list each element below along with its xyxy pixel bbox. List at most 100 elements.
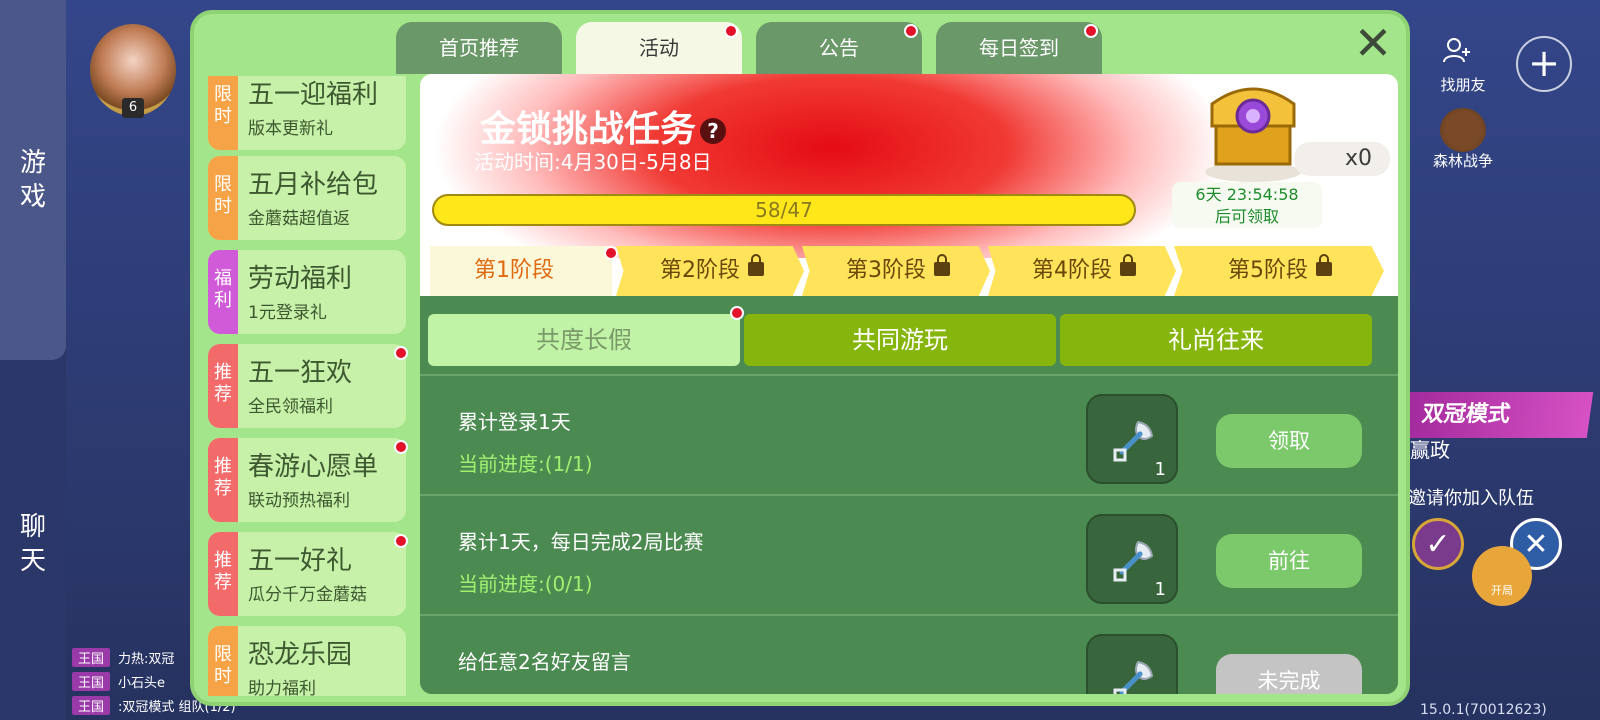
- accept-invite-check-icon[interactable]: ✓: [1412, 518, 1464, 570]
- reward-item[interactable]: 1: [1086, 394, 1178, 484]
- nav-chat-label: 聊 天: [19, 512, 46, 576]
- subtab-notice-dot: [730, 306, 744, 320]
- sidebar-sub: 瓜分千万金蘑菇: [248, 585, 367, 605]
- stage-row: 第1阶段 第2阶段 第3阶段 第4阶段 第5阶段: [430, 246, 1392, 296]
- sidebar-notice-dot: [394, 440, 408, 454]
- find-friends-label: 找朋友: [1440, 76, 1486, 94]
- nav-game-label: 游 戏: [19, 148, 46, 212]
- double-crown-mode-banner[interactable]: 双冠模式: [1400, 392, 1594, 438]
- go-label: 前往: [1268, 549, 1310, 573]
- forest-war-bear-icon[interactable]: [1440, 108, 1486, 152]
- stage-label: 第3阶段: [846, 258, 926, 283]
- left-nav: 游 戏 聊 天: [0, 0, 66, 720]
- challenge-banner: 金锁挑战任务? 活动时间:4月30日-5月8日 58/47 x0 6天 23:5…: [420, 74, 1398, 258]
- sidebar-sub: 全民领福利: [248, 397, 333, 417]
- subtab-gift-exchange[interactable]: 礼尚往来: [1060, 314, 1372, 366]
- task-progress: 当前进度:(0/1): [458, 572, 593, 596]
- subtab-holiday[interactable]: 共度长假: [428, 314, 740, 366]
- activity-time: 活动时间:4月30日-5月8日: [474, 150, 712, 174]
- open-game-button[interactable]: 开局: [1472, 546, 1532, 606]
- sidebar-item-spring-wishlist[interactable]: 推荐 春游心愿单 联动预热福利: [208, 438, 406, 522]
- chest-count: x0: [1294, 142, 1390, 176]
- sidebar-notice-dot: [394, 346, 408, 360]
- sidebar-tag: 推荐: [208, 344, 238, 428]
- stage-3-tab[interactable]: 第3阶段: [802, 246, 990, 296]
- stage-1-notice-dot: [604, 246, 618, 260]
- incomplete-button[interactable]: 未完成: [1216, 654, 1362, 694]
- sidebar-title: 五月补给包: [248, 170, 379, 200]
- task-name: 累计登录1天: [458, 410, 571, 434]
- task-name: 累计1天，每日完成2局比赛: [458, 530, 704, 554]
- go-button[interactable]: 前往: [1216, 534, 1362, 588]
- sidebar-title: 恐龙乐园: [248, 640, 353, 670]
- subtab-label: 礼尚往来: [1168, 326, 1264, 354]
- tab-daily-checkin[interactable]: 每日签到: [936, 22, 1102, 74]
- close-icon[interactable]: ✕: [1346, 18, 1400, 72]
- chat-text: 小石头e: [118, 676, 166, 691]
- progress-text: 58/47: [755, 198, 813, 222]
- sidebar-title: 春游心愿单: [248, 452, 379, 482]
- chest-timer-value: 6天 23:54:58: [1195, 185, 1299, 204]
- lock-icon: [1316, 254, 1332, 276]
- reward-item[interactable]: 1: [1086, 514, 1178, 604]
- chat-row: 王国 力热:双冠: [72, 648, 174, 667]
- sidebar-item-may-welfare[interactable]: 限时 五一迎福利 版本更新礼: [208, 76, 406, 150]
- add-icon[interactable]: +: [1516, 36, 1572, 92]
- tab-activity[interactable]: 活动: [576, 22, 742, 74]
- tab-checkin-notice-dot: [1084, 24, 1098, 38]
- nav-tab-game[interactable]: 游 戏: [0, 0, 66, 360]
- banner-title-text: 金锁挑战任务: [480, 109, 697, 150]
- stage-label: 第2阶段: [660, 258, 740, 283]
- tab-activity-notice-dot: [724, 24, 738, 38]
- subtab-label: 共同游玩: [852, 326, 948, 354]
- sidebar-item-labor-welfare[interactable]: 福利 劳动福利 1元登录礼: [208, 250, 406, 334]
- shovel-icon: [1113, 660, 1154, 694]
- sidebar-tag: 推荐: [208, 532, 238, 616]
- sidebar-title: 五一好礼: [248, 546, 353, 576]
- sidebar-title: 五一狂欢: [248, 358, 353, 388]
- sidebar-item-may-carnival[interactable]: 推荐 五一狂欢 全民领福利: [208, 344, 406, 428]
- stage-5-tab[interactable]: 第5阶段: [1174, 246, 1384, 296]
- sidebar-tag: 限时: [208, 76, 238, 150]
- tab-label: 公告: [819, 36, 859, 60]
- task-name: 给任意2名好友留言: [458, 650, 631, 674]
- tab-label: 活动: [639, 36, 679, 60]
- help-icon[interactable]: ?: [700, 118, 727, 144]
- tab-home-recommend[interactable]: 首页推荐: [396, 22, 562, 74]
- chat-row: 王国 小石头e: [72, 672, 166, 691]
- sidebar-sub: 1元登录礼: [248, 303, 327, 323]
- find-friends-icon[interactable]: [1428, 36, 1484, 66]
- reward-item[interactable]: 1: [1086, 634, 1178, 694]
- task-progress: 当前进度:(1/1): [458, 452, 593, 476]
- sidebar-item-may-gift[interactable]: 推荐 五一好礼 瓜分千万金蘑菇: [208, 532, 406, 616]
- claim-label: 领取: [1268, 429, 1310, 453]
- task-row: 给任意2名好友留言 1 未完成: [420, 614, 1398, 694]
- treasure-chest-icon[interactable]: [1198, 74, 1308, 184]
- tab-announcement-notice-dot: [904, 24, 918, 38]
- sidebar-item-dino-park[interactable]: 限时 恐龙乐园 助力福利: [208, 626, 406, 696]
- sidebar-sub: 金蘑菇超值返: [248, 209, 350, 229]
- stage-4-tab[interactable]: 第4阶段: [988, 246, 1176, 296]
- sidebar-tag: 福利: [208, 250, 238, 334]
- stage-1-tab[interactable]: 第1阶段: [430, 246, 612, 296]
- sidebar-sub: 版本更新礼: [248, 119, 333, 139]
- claim-button[interactable]: 领取: [1216, 414, 1362, 468]
- tab-announcement[interactable]: 公告: [756, 22, 922, 74]
- mode-sub-label: 赢政: [1410, 438, 1450, 462]
- lock-icon: [748, 254, 764, 276]
- sidebar-sub: 助力福利: [248, 679, 316, 696]
- stage-label: 第4阶段: [1032, 258, 1112, 283]
- incomplete-label: 未完成: [1257, 669, 1321, 693]
- shovel-icon: [1113, 540, 1154, 582]
- task-row: 累计1天，每日完成2局比赛 当前进度:(0/1) 1 前往: [420, 494, 1398, 612]
- nav-tab-chat[interactable]: 聊 天: [0, 510, 66, 578]
- mode-label: 双冠模式: [1420, 402, 1512, 427]
- sidebar-tag: 推荐: [208, 438, 238, 522]
- subtab-play-together[interactable]: 共同游玩: [744, 314, 1056, 366]
- activity-content: 金锁挑战任务? 活动时间:4月30日-5月8日 58/47 x0 6天 23:5…: [420, 74, 1398, 694]
- chat-tag: 王国: [72, 672, 111, 691]
- stage-2-tab[interactable]: 第2阶段: [616, 246, 804, 296]
- sidebar-tag: 限时: [208, 156, 238, 240]
- sidebar-sub: 联动预热福利: [248, 491, 350, 511]
- sidebar-item-may-supply[interactable]: 限时 五月补给包 金蘑菇超值返: [208, 156, 406, 240]
